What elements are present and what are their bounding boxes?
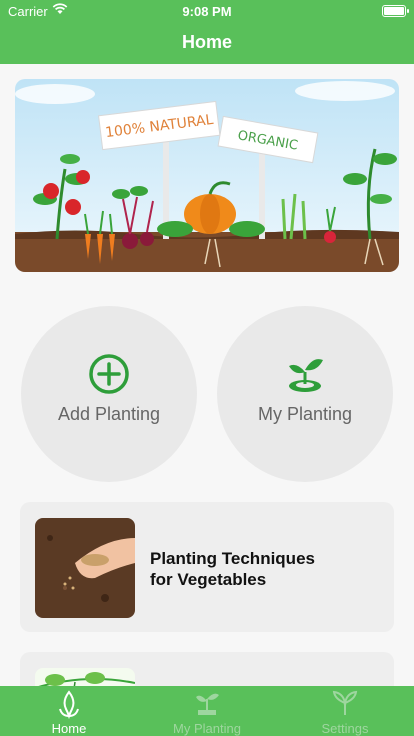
plant-pot-icon [192,689,222,724]
article-title-line2: for Vegetables [150,570,267,589]
home-leaf-icon [54,689,84,724]
tab-my-planting-label: My Planting [173,721,241,736]
status-time: 9:08 PM [182,4,232,19]
tab-home[interactable]: Home [0,686,138,736]
tab-home-label: Home [51,721,87,736]
plus-circle-icon [87,352,131,401]
article-title-line1: Planting Techniques [150,549,315,568]
battery-icon [382,5,409,17]
article-title: Planting Techniques for Vegetables [150,548,380,590]
page-title: Home [181,32,232,52]
tab-settings[interactable]: Settings [276,686,414,736]
status-bar: Carrier 9:08 PM [0,0,414,22]
leaf-settings-icon [330,689,360,724]
article-card[interactable]: Planting Techniques for Vegetables [20,502,394,632]
tab-bar: Home My Planting Settings [0,686,414,736]
navigation-header: Carrier 9:08 PM Home [0,0,414,64]
sprout-icon [283,352,327,401]
garden-banner-image: 100% NATURAL ORGANIC [15,79,399,272]
tab-my-planting[interactable]: My Planting [138,686,276,736]
tab-settings-label: Settings [321,721,369,736]
seed-planting-thumbnail [35,518,135,618]
my-planting-button[interactable]: My Planting [217,306,393,482]
add-planting-label: Add Planting [57,404,161,424]
my-planting-label: My Planting [257,404,353,424]
add-planting-button[interactable]: Add Planting [21,306,197,482]
